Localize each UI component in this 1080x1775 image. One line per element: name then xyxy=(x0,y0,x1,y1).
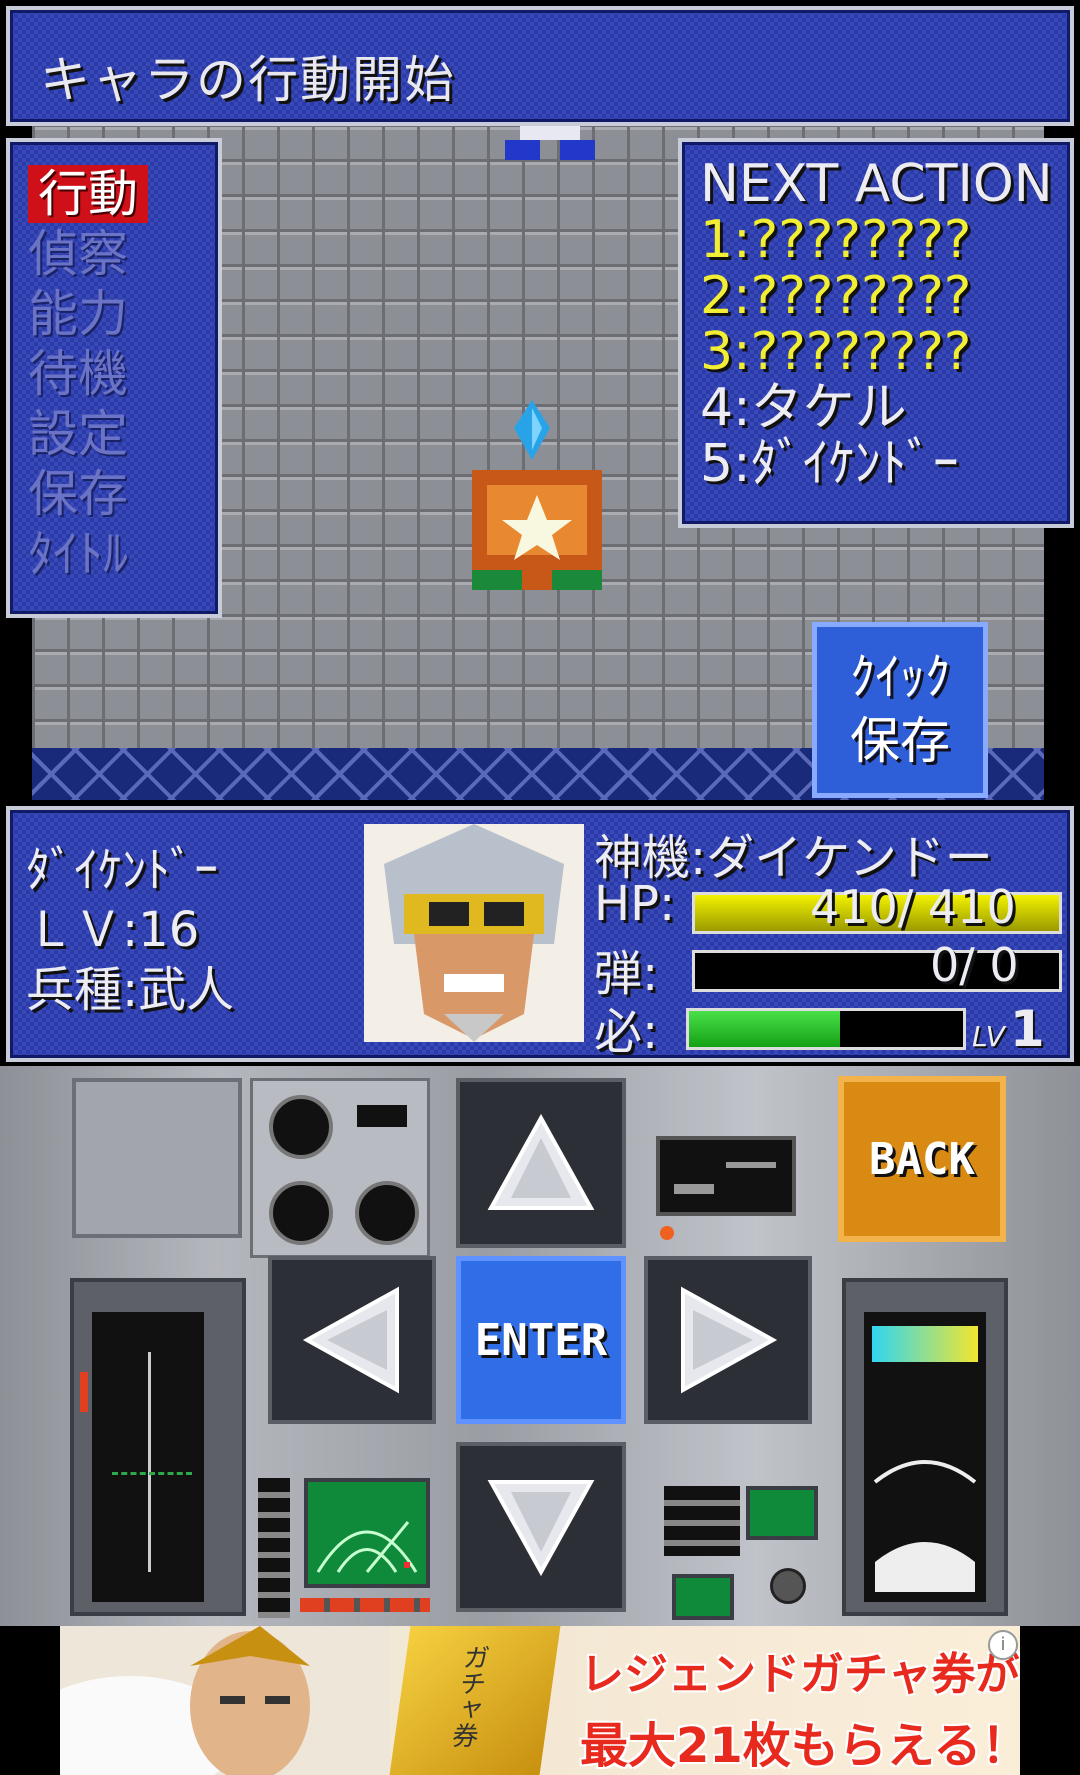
red-indicator-strip xyxy=(300,1598,430,1612)
header-bar: キャラの行動開始 xyxy=(6,6,1074,126)
arrow-left-icon xyxy=(302,1286,399,1394)
arrow-up-icon xyxy=(487,1113,595,1210)
dpad-left-button[interactable] xyxy=(268,1256,436,1424)
menu-item[interactable]: 保存 xyxy=(28,464,218,524)
command-menu-list: 行動 偵察 能力 待機 設定 保存 ﾀｲﾄﾙ xyxy=(28,164,218,584)
quick-save-label-2: 保存 xyxy=(850,712,950,770)
menu-item-label: 待機 xyxy=(28,345,128,403)
special-level: LV 1 xyxy=(972,1000,1045,1058)
dpad-down-button[interactable] xyxy=(456,1442,626,1612)
enter-button-label: ENTER xyxy=(474,1314,608,1366)
enter-button[interactable]: ENTER xyxy=(456,1256,626,1424)
page-title: キャラの行動開始 xyxy=(40,51,456,109)
menu-item[interactable]: 偵察 xyxy=(28,224,218,284)
menu-item[interactable]: 能力 xyxy=(28,284,218,344)
dpad-right-button[interactable] xyxy=(644,1256,812,1424)
quick-save-label-1: ｸｲｯｸ xyxy=(850,648,950,706)
menu-item-label: 偵察 xyxy=(28,225,128,283)
indicator-slot-icon xyxy=(357,1105,407,1127)
pilot-portrait xyxy=(364,824,584,1042)
special-label: 必: xyxy=(594,1004,659,1060)
cursor-marker-icon xyxy=(514,400,550,460)
menu-item-label: 能力 xyxy=(28,285,128,343)
blank-plate xyxy=(72,1078,242,1238)
unit-info-panel: ﾀﾞｲｹﾝﾄﾞｰ ＬＶ:16 兵種:武人 神機:ダイケンドー HP: 410/ … xyxy=(6,806,1074,1062)
menu-item-label: 保存 xyxy=(28,465,128,523)
ad-headline-line1: レジェンドガチャ券が xyxy=(580,1649,1020,1700)
next-action-item: 4:タケル xyxy=(700,378,907,438)
arrow-down-icon xyxy=(487,1480,595,1577)
switch-bank xyxy=(664,1486,740,1556)
dial-icon xyxy=(355,1181,419,1245)
ad-banner[interactable]: ガチャ券 レジェンドガチャ券が 最大21枚もらえる！ i xyxy=(60,1626,1020,1775)
ad-ticket-image: ガチャ券 xyxy=(389,1626,561,1775)
quick-save-button[interactable]: ｸｲｯｸ 保存 xyxy=(812,622,988,798)
status-screen xyxy=(656,1136,796,1216)
menu-item[interactable]: 設定 xyxy=(28,404,218,464)
next-action-title: NEXT ACTION xyxy=(700,154,1053,214)
dpad-up-button[interactable] xyxy=(456,1078,626,1248)
back-button[interactable]: BACK xyxy=(838,1076,1006,1242)
screw-icon xyxy=(770,1568,806,1604)
arrow-right-icon xyxy=(681,1286,778,1394)
next-action-item: 3:???????? xyxy=(700,322,972,382)
dial-icon xyxy=(269,1181,333,1245)
next-action-item: 5:ﾀﾞｲｹﾝﾄﾞｰ xyxy=(700,434,959,494)
menu-item-label: ﾀｲﾄﾙ xyxy=(28,525,128,583)
left-gauge xyxy=(70,1278,246,1616)
switch-column xyxy=(258,1478,290,1618)
menu-item-label: 設定 xyxy=(28,405,128,463)
ad-info-icon[interactable]: i xyxy=(988,1630,1018,1660)
indicator-light-icon xyxy=(660,1226,674,1240)
hp-value: 410/ 410 xyxy=(810,880,1016,934)
special-bar-fill xyxy=(689,1011,840,1047)
menu-item[interactable]: 待機 xyxy=(28,344,218,404)
next-action-item: 1:???????? xyxy=(700,210,972,270)
ad-headline-line2: 最大21枚もらえる！ xyxy=(580,1718,1020,1774)
ad-info-icon-label: i xyxy=(1000,1634,1006,1655)
controller-panel: BACK ENTER xyxy=(0,1066,1080,1626)
unit-class: 兵種:武人 xyxy=(26,962,235,1018)
special-level-label: LV xyxy=(972,1020,1005,1053)
menu-item[interactable]: 行動 xyxy=(28,164,218,224)
back-button-label: BACK xyxy=(869,1133,975,1185)
dial-cluster xyxy=(250,1078,430,1258)
ad-ticket-text: ガチャ券 xyxy=(446,1644,491,1748)
menu-item-label: 行動 xyxy=(28,165,148,223)
command-menu: 行動 偵察 能力 待機 設定 保存 ﾀｲﾄﾙ xyxy=(6,138,222,618)
next-action-item: 2:???????? xyxy=(700,266,972,326)
hp-label: HP: xyxy=(594,876,676,932)
right-gauge xyxy=(842,1278,1008,1616)
special-bar xyxy=(686,1008,966,1050)
dial-icon xyxy=(269,1095,333,1159)
mini-green-screen xyxy=(746,1486,818,1540)
radar-screen xyxy=(304,1478,430,1588)
menu-item[interactable]: ﾀｲﾄﾙ xyxy=(28,524,218,584)
green-chip xyxy=(672,1574,734,1620)
ad-character-image xyxy=(60,1626,390,1775)
next-action-list: 1:???????? 2:???????? 3:???????? 4:タケル 5:ﾀﾞｲ… xyxy=(700,212,1070,492)
ammo-value: 0/ 0 xyxy=(930,938,1019,992)
special-level-value: 1 xyxy=(1009,1000,1045,1058)
next-action-panel: NEXT ACTION 1:???????? 2:???????? 3:??????… xyxy=(678,138,1074,528)
player-samurai-unit-sprite[interactable] xyxy=(462,460,612,600)
